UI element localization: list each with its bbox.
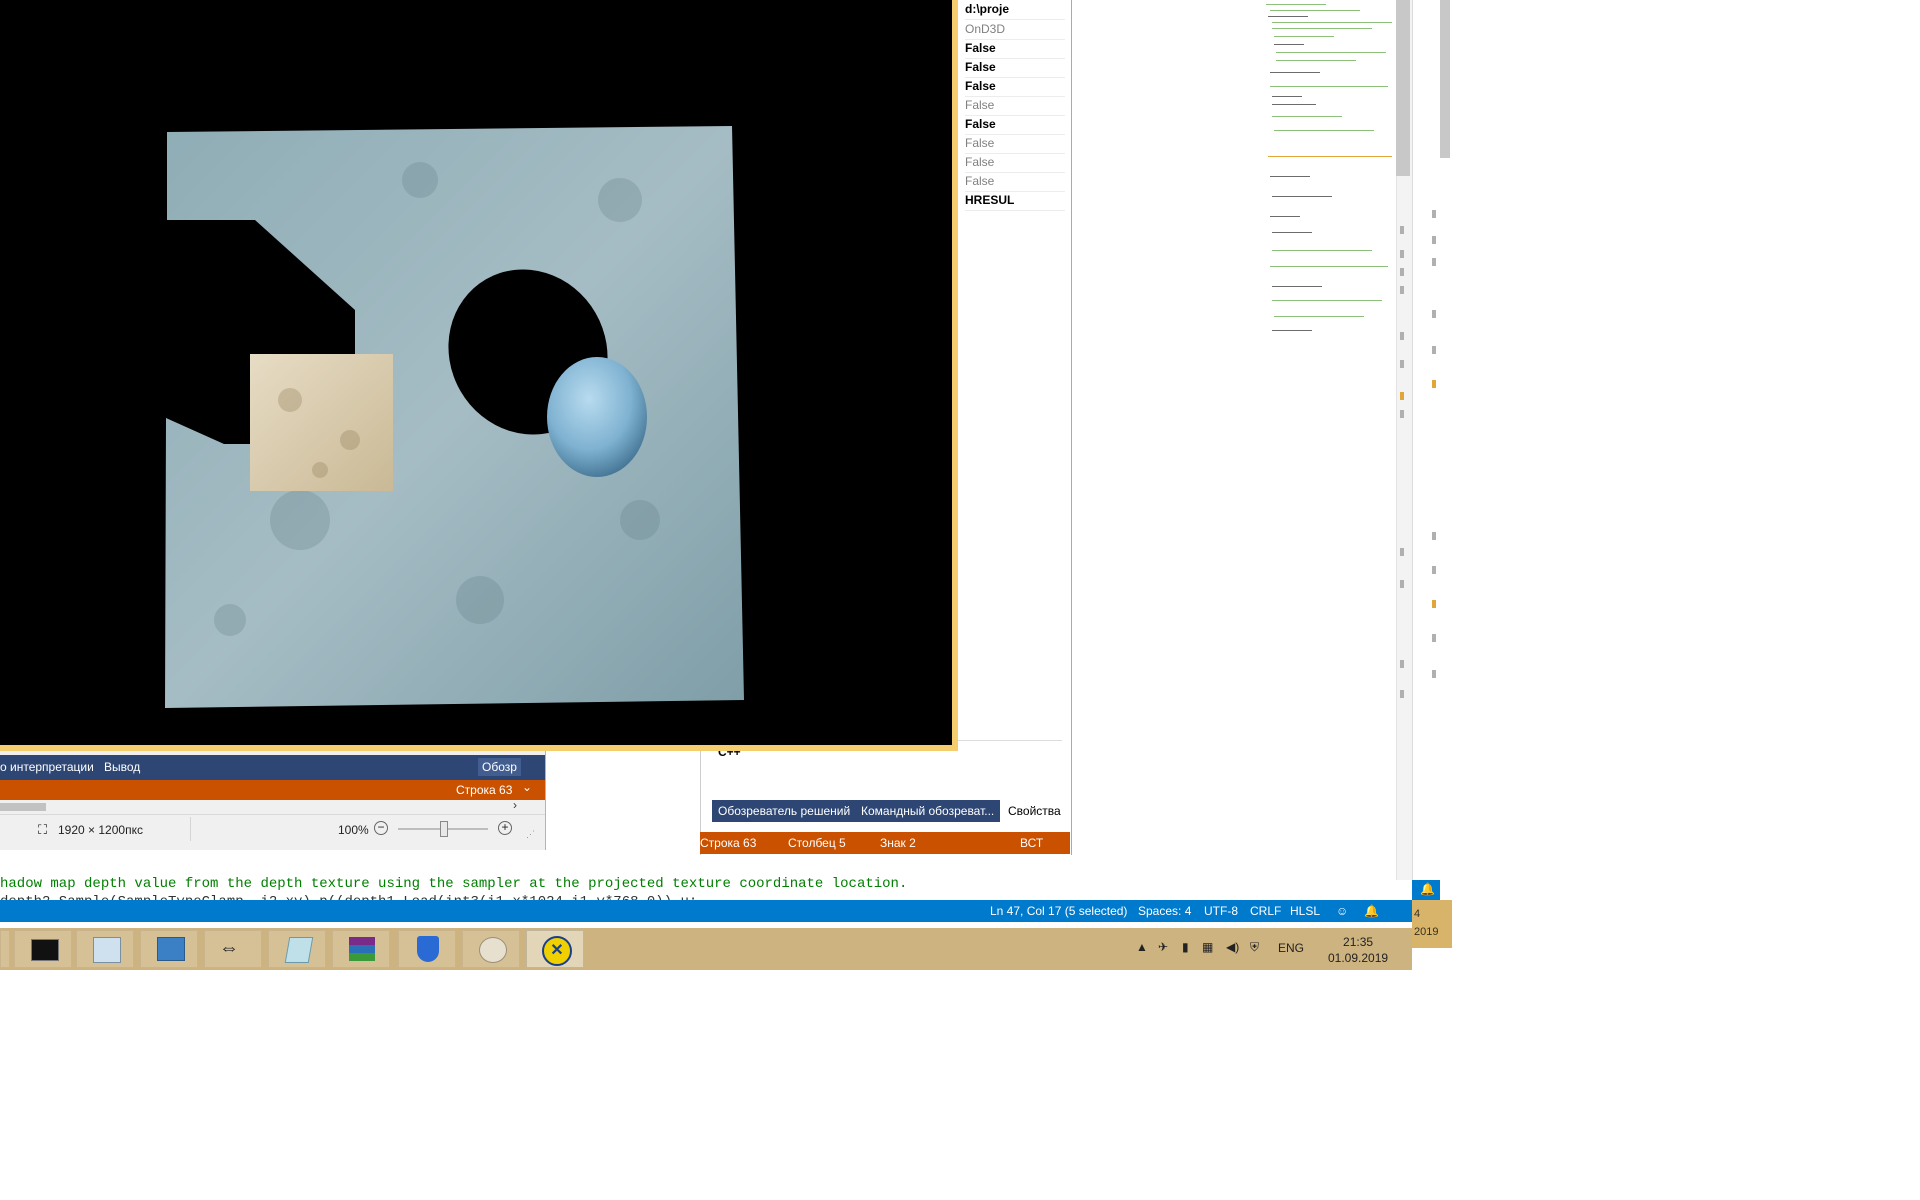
- taskbar-notepad-button[interactable]: [76, 930, 134, 968]
- clock-time: 21:35: [1343, 935, 1374, 949]
- chevron-right-icon[interactable]: ›: [513, 798, 517, 812]
- tab-properties[interactable]: Свойства: [1002, 800, 1067, 822]
- taskbar-resize-button[interactable]: ⇔: [204, 930, 262, 968]
- image-size-icon: ⛶: [38, 822, 48, 837]
- background-window-edge: 4 2019: [1412, 900, 1452, 948]
- shield-icon: [417, 936, 439, 962]
- notification-button[interactable]: 🔔: [1412, 880, 1440, 900]
- zoom-slider-thumb[interactable]: [440, 821, 448, 837]
- viewer-line: Строка 63: [456, 783, 513, 797]
- code-line: hadow map depth value from the depth tex…: [0, 876, 908, 892]
- status-mode: ВСТ: [1020, 836, 1044, 850]
- input-language[interactable]: ENG: [1278, 941, 1304, 955]
- console-icon: [31, 939, 59, 961]
- taskbar-glass-button[interactable]: [268, 930, 326, 968]
- horizontal-scrollbar[interactable]: ›: [0, 798, 545, 814]
- property-value[interactable]: HRESUL: [965, 191, 1065, 211]
- render-window[interactable]: [0, 0, 958, 751]
- directx-icon: ✕: [542, 936, 572, 966]
- vscode-status-bar: Ln 47, Col 17 (5 selected) Spaces: 4 UTF…: [0, 900, 1412, 922]
- bell-icon[interactable]: 🔔: [1364, 904, 1379, 918]
- side-panel-scrollbar[interactable]: [1440, 0, 1450, 158]
- minimap[interactable]: [1266, 0, 1400, 340]
- clock-date: 01.09.2019: [1328, 951, 1389, 965]
- taskbar-cmd-button[interactable]: [14, 930, 72, 968]
- volume-icon[interactable]: ◀): [1226, 940, 1239, 954]
- property-value[interactable]: False: [965, 172, 1065, 192]
- date-fragment: 4: [1414, 908, 1421, 920]
- glass-icon: [284, 937, 314, 963]
- sphere: [547, 357, 647, 477]
- tray-app-icon[interactable]: ✈: [1158, 940, 1168, 954]
- scrollbar-thumb[interactable]: [1396, 0, 1410, 176]
- property-value[interactable]: False: [965, 58, 1065, 78]
- shield-tray-icon[interactable]: ⛨: [1250, 940, 1259, 955]
- network-icon[interactable]: ▦: [1202, 940, 1213, 954]
- tab-team-explorer[interactable]: Командный обозреват...: [855, 800, 1001, 822]
- indentation[interactable]: Spaces: 4: [1138, 904, 1191, 918]
- encoding[interactable]: UTF-8: [1204, 904, 1238, 918]
- line-ending[interactable]: CRLF: [1250, 904, 1281, 918]
- bell-icon: 🔔: [1420, 882, 1435, 896]
- tab-interpretation[interactable]: о интерпретации: [0, 760, 94, 774]
- year-fragment: 2019: [1414, 926, 1439, 938]
- output-tabs: о интерпретации Вывод Обозр: [0, 755, 545, 780]
- zoom-in-icon[interactable]: +: [498, 821, 512, 835]
- chevron-down-icon[interactable]: ⌄: [522, 780, 532, 794]
- property-value[interactable]: False: [965, 39, 1065, 59]
- property-value[interactable]: False: [965, 77, 1065, 97]
- clock[interactable]: 21:35 01.09.2019: [1328, 934, 1388, 966]
- tray-expand-icon[interactable]: ▲: [1136, 940, 1148, 954]
- side-panel: [1412, 0, 1441, 880]
- scrollbar-thumb[interactable]: [0, 803, 46, 811]
- viewer-status-strip: Строка 63 ⌄: [0, 780, 545, 800]
- taskbar-remote-button[interactable]: [140, 930, 198, 968]
- status-column: Столбец 5: [788, 836, 846, 850]
- image-size: 1920 × 1200пкс: [58, 823, 143, 837]
- tab-output[interactable]: Вывод: [104, 760, 140, 774]
- taskbar-winrar-button[interactable]: [332, 930, 390, 968]
- property-value[interactable]: False: [965, 115, 1065, 135]
- feedback-icon[interactable]: ☺: [1336, 904, 1348, 918]
- arrows-icon: ⇔: [219, 937, 239, 959]
- zoom-level: 100%: [338, 823, 369, 837]
- property-value[interactable]: False: [965, 153, 1065, 173]
- document-icon: [93, 937, 121, 963]
- taskbar-paint-button[interactable]: [462, 930, 520, 968]
- property-value[interactable]: False: [965, 96, 1065, 116]
- vs-status-bar: Строка 63 Столбец 5 Знак 2 ВСТ: [700, 832, 1070, 854]
- status-line: Строка 63: [700, 836, 757, 850]
- zoom-out-icon[interactable]: −: [374, 821, 388, 835]
- monitor-icon: [157, 937, 185, 961]
- taskbar-dx-app-button[interactable]: ✕: [526, 930, 584, 968]
- image-status-bar: ⛶ 1920 × 1200пкс 100% − + ⋰: [0, 814, 545, 845]
- taskbar-defender-button[interactable]: [398, 930, 456, 968]
- archive-icon: [349, 937, 375, 961]
- taskbar-app-partial[interactable]: [0, 930, 10, 968]
- palette-icon: [479, 937, 507, 963]
- tab-solution-explorer[interactable]: Обозреватель решений: [712, 800, 857, 822]
- tray-battery-icon[interactable]: ▮: [1182, 940, 1189, 954]
- status-char: Знак 2: [880, 836, 916, 850]
- taskbar: ⇔ ✕ ▲ ✈ ▮ ▦ ◀) ⛨ ENG 21:35 01.09.2019: [0, 928, 1412, 970]
- language-mode[interactable]: HLSL: [1290, 904, 1320, 918]
- tab-explorer[interactable]: Обозр: [478, 758, 521, 776]
- property-value[interactable]: False: [965, 134, 1065, 154]
- property-value[interactable]: d:\proje: [965, 0, 1065, 20]
- scene-render: [165, 126, 744, 708]
- cursor-position[interactable]: Ln 47, Col 17 (5 selected): [990, 904, 1127, 918]
- resize-grip-icon[interactable]: ⋰: [526, 829, 535, 840]
- property-value[interactable]: OnD3D: [965, 20, 1065, 40]
- tool-window-tabs: Обозреватель решений Командный обозреват…: [712, 800, 1067, 822]
